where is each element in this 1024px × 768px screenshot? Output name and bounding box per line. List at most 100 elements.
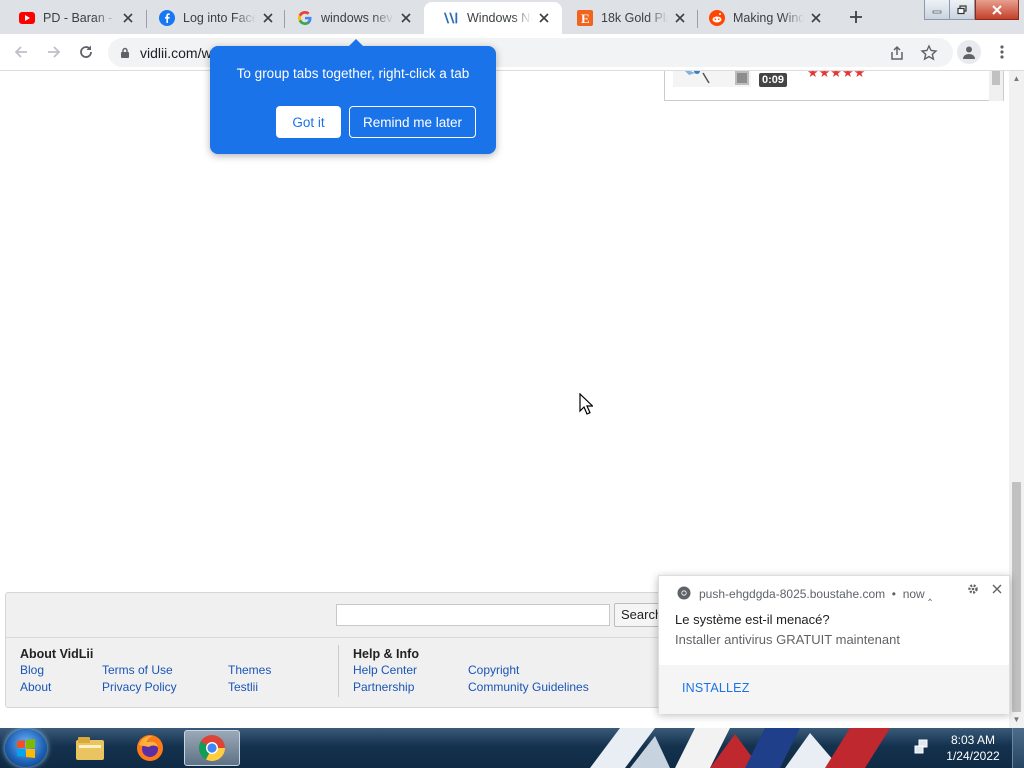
youtube-icon xyxy=(19,10,35,26)
start-button[interactable] xyxy=(5,729,47,767)
notification-title: Le système est-il menacé? xyxy=(675,612,830,627)
taskbar-firefox[interactable] xyxy=(122,730,178,766)
profile-avatar[interactable] xyxy=(957,40,981,64)
tab-close-icon[interactable] xyxy=(536,10,552,26)
notification-origin-url: push-ehgdgda-8025.boustahe.com xyxy=(699,587,886,601)
vidlii-icon xyxy=(443,10,459,26)
wallpaper-art xyxy=(590,728,890,768)
restore-icon xyxy=(957,4,967,14)
taskbar-file-explorer[interactable] xyxy=(62,730,118,766)
footer-link-copyright[interactable]: Copyright xyxy=(468,663,519,677)
push-notification[interactable]: push-ehgdgda-8025.boustahe.com • now ‸ L… xyxy=(658,575,1010,714)
share-icon[interactable] xyxy=(888,44,906,62)
tab-title: windows never xyxy=(321,11,394,25)
reload-button[interactable] xyxy=(74,40,98,64)
scroll-down-arrow-icon[interactable]: ▼ xyxy=(1012,715,1021,724)
related-video-item[interactable]: 0:09 ★★★★★ xyxy=(664,71,1004,101)
footer-link-terms[interactable]: Terms of Use xyxy=(102,663,173,677)
widget-scrollbar[interactable] xyxy=(989,71,1003,101)
windows-taskbar: 8:03 AM 1/24/2022 xyxy=(0,728,1024,768)
window-close-button[interactable] xyxy=(975,0,1019,20)
tab-title: Making Windows xyxy=(733,11,804,25)
file-explorer-icon xyxy=(76,737,104,760)
restore-button[interactable] xyxy=(949,0,975,20)
got-it-button[interactable]: Got it xyxy=(276,106,341,138)
chrome-icon xyxy=(198,735,225,761)
tab-title: Log into Facebook xyxy=(183,11,256,25)
footer-link-about[interactable]: About xyxy=(20,680,51,694)
install-action-button[interactable]: INSTALLEZ xyxy=(682,681,750,695)
system-clock[interactable]: 8:03 AM 1/24/2022 xyxy=(940,732,1006,764)
facebook-icon xyxy=(159,10,175,26)
tab-close-icon[interactable] xyxy=(260,10,276,26)
notification-body: Installer antivirus GRATUIT maintenant xyxy=(675,632,900,647)
scrollbar-thumb[interactable] xyxy=(1012,482,1021,712)
footer-link-blog[interactable]: Blog xyxy=(20,663,44,677)
windows-logo-icon xyxy=(17,739,35,758)
notification-origin: push-ehgdgda-8025.boustahe.com • now ‸ xyxy=(699,587,933,601)
tab-google[interactable]: windows never xyxy=(278,2,424,34)
tab-group-tip-bubble: To group tabs together, right-click a ta… xyxy=(210,39,496,154)
back-arrow-icon xyxy=(14,46,27,58)
close-icon xyxy=(992,4,1002,15)
more-vert-icon xyxy=(1000,45,1004,59)
footer-search-input[interactable] xyxy=(336,604,610,626)
minimize-icon xyxy=(932,10,942,13)
scroll-up-arrow-icon[interactable]: ▲ xyxy=(1012,74,1021,83)
footer-link-help-center[interactable]: Help Center xyxy=(353,663,417,677)
clock-time: 8:03 AM xyxy=(950,733,996,747)
url-text[interactable]: vidlii.com/w xyxy=(140,45,212,61)
google-icon xyxy=(297,10,313,26)
notification-actions: INSTALLEZ xyxy=(659,665,1009,714)
network-icon[interactable] xyxy=(914,739,930,755)
rating-stars: ★★★★★ xyxy=(807,71,866,80)
forward-arrow-icon xyxy=(48,46,61,58)
minimize-button[interactable] xyxy=(924,0,950,20)
clock-date: 1/24/2022 xyxy=(946,749,1000,763)
tab-youtube[interactable]: PD - Baran - YouTube xyxy=(0,2,146,34)
chevron-up-icon[interactable]: ‸ xyxy=(928,587,932,601)
show-desktop-button[interactable] xyxy=(1012,728,1024,768)
tab-close-icon[interactable] xyxy=(808,10,824,26)
tab-close-icon[interactable] xyxy=(672,10,688,26)
firefox-icon xyxy=(137,735,163,761)
tab-etsy[interactable]: E 18k Gold Plated xyxy=(558,2,698,34)
bookmark-star-icon[interactable] xyxy=(920,44,938,62)
new-tab-button[interactable] xyxy=(845,6,867,28)
footer-link-privacy[interactable]: Privacy Policy xyxy=(102,680,177,694)
chrome-small-icon xyxy=(677,586,691,600)
about-heading: About VidLii xyxy=(20,647,94,661)
footer-link-testlii[interactable]: Testlii xyxy=(228,680,258,694)
tab-vidlii[interactable]: Windows Never xyxy=(424,2,562,34)
video-thumbnail[interactable] xyxy=(673,71,751,87)
footer-link-themes[interactable]: Themes xyxy=(228,663,271,677)
chrome-menu-button[interactable] xyxy=(993,40,1011,64)
help-heading: Help & Info xyxy=(353,647,419,661)
page-scrollbar[interactable]: ▲ ▼ xyxy=(1009,71,1024,728)
plus-icon xyxy=(850,11,862,23)
tab-close-icon[interactable] xyxy=(120,10,136,26)
notification-content[interactable]: push-ehgdgda-8025.boustahe.com • now ‸ L… xyxy=(659,576,1009,665)
notification-time: now xyxy=(902,587,925,601)
lock-icon[interactable] xyxy=(120,47,130,59)
reddit-icon xyxy=(709,10,725,26)
back-button[interactable] xyxy=(9,40,33,64)
tab-facebook[interactable]: Log into Facebook xyxy=(140,2,286,34)
tab-reddit[interactable]: Making Windows xyxy=(690,2,834,34)
browser-toolbar: vidlii.com/w xyxy=(0,34,1024,71)
footer-link-community-guidelines[interactable]: Community Guidelines xyxy=(468,680,589,694)
tip-message: To group tabs together, right-click a ta… xyxy=(236,66,470,81)
remind-me-later-button[interactable]: Remind me later xyxy=(349,106,476,138)
forward-button[interactable] xyxy=(42,40,66,64)
tab-title: Windows Never xyxy=(467,11,532,25)
footer-link-partnership[interactable]: Partnership xyxy=(353,680,414,694)
tab-title: PD - Baran - YouTube xyxy=(43,11,116,25)
etsy-icon: E xyxy=(577,10,593,26)
notification-close-icon[interactable] xyxy=(989,581,1005,597)
taskbar-chrome[interactable] xyxy=(184,730,240,766)
reload-icon xyxy=(80,45,92,58)
footer-column-separator xyxy=(338,645,339,697)
svg-text:E: E xyxy=(581,11,590,26)
tab-close-icon[interactable] xyxy=(398,10,414,26)
gear-icon[interactable] xyxy=(966,582,980,596)
